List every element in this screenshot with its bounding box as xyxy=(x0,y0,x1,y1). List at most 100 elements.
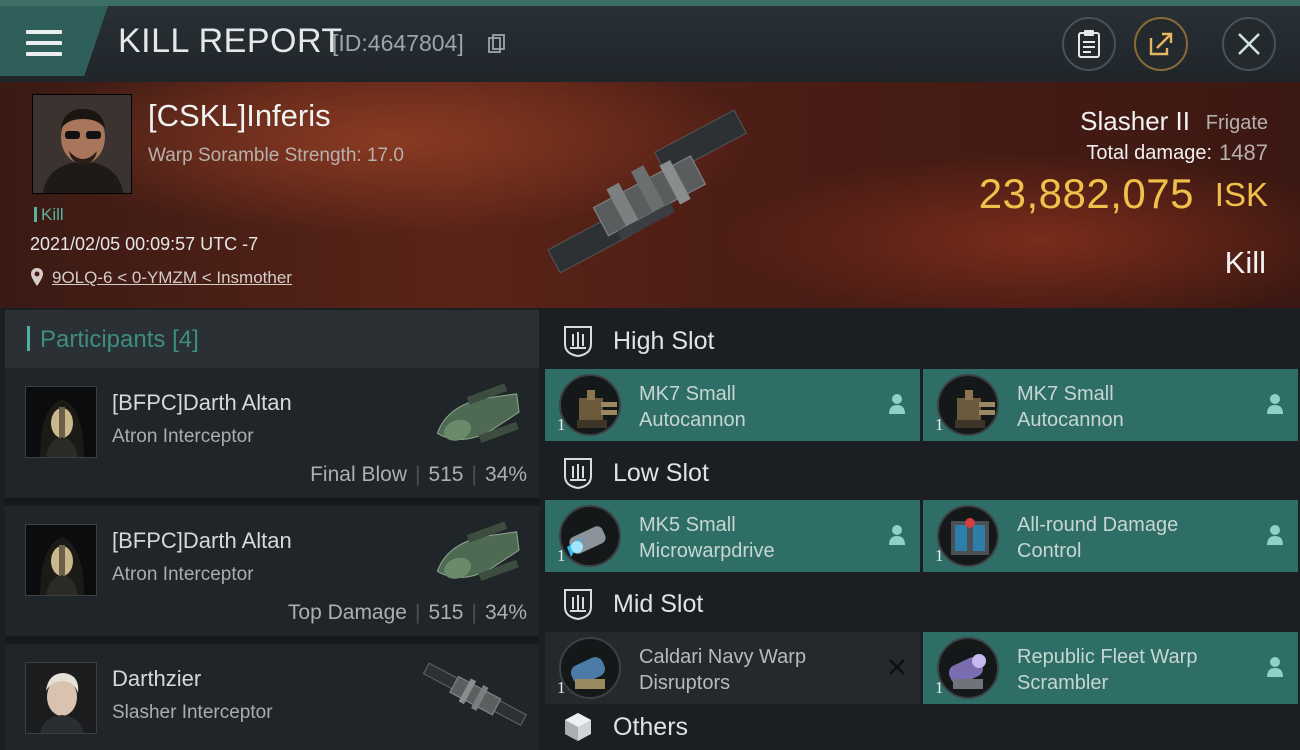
mid-slot-title: Mid Slot xyxy=(613,589,704,618)
mid-slot-header: Mid Slot xyxy=(545,573,1300,635)
result-label: Kill xyxy=(1224,245,1266,280)
low-slot-header: Low Slot xyxy=(545,442,1300,504)
isk-value: 23,882,075 xyxy=(978,170,1194,217)
module-item[interactable]: 1 Republic Fleet Warp Scrambler xyxy=(923,632,1298,704)
warp-scrambler-icon xyxy=(937,637,999,699)
participant-avatar xyxy=(25,662,97,734)
participant-stats: Final Blow | 515 | 34% xyxy=(310,463,527,486)
participants-panel: Participants [4] [BFPC]Darth Altan Atron… xyxy=(5,310,539,750)
copy-icon[interactable] xyxy=(488,34,506,54)
kill-datetime: 2021/02/05 00:09:57 UTC -7 xyxy=(30,234,259,254)
module-name-line1: MK7 Small xyxy=(1017,383,1114,405)
mid-slot-icon xyxy=(564,589,592,621)
module-quantity: 1 xyxy=(557,678,566,697)
kill-tag: Kill xyxy=(34,205,64,225)
victim-name[interactable]: [CSKL]Inferis xyxy=(148,98,331,134)
menu-button[interactable] xyxy=(0,6,108,76)
participant-avatar xyxy=(25,386,97,458)
destroyed-x-icon xyxy=(889,659,905,675)
participant-stats: Top Damage | 515 | 34% xyxy=(287,601,527,624)
participants-count: [4] xyxy=(172,326,199,353)
isk-unit: ISK xyxy=(1214,176,1268,213)
module-item[interactable]: 1 MK5 Small Microwarpdrive xyxy=(545,500,920,572)
pilot-icon xyxy=(1267,657,1283,677)
victim-ship-class: Frigate xyxy=(1205,112,1268,134)
participants-header: Participants [4] xyxy=(5,310,539,368)
share-icon xyxy=(1149,32,1173,56)
participant-damage: 515 xyxy=(428,463,464,486)
participant-role: Top Damage xyxy=(287,601,407,624)
warp-disruptor-icon xyxy=(559,637,621,699)
module-name-line1: Republic Fleet Warp xyxy=(1017,646,1198,668)
module-name-line2: Autocannon xyxy=(1017,409,1124,431)
page-title: KILL REPORT xyxy=(118,22,343,60)
participant-ship-image xyxy=(436,521,520,581)
module-name-line2: Control xyxy=(1017,540,1082,562)
victim-portrait[interactable] xyxy=(32,94,132,194)
participant-ship-image xyxy=(436,383,520,443)
module-quantity: 1 xyxy=(935,546,944,565)
high-slot-title: High Slot xyxy=(613,326,715,355)
others-title: Others xyxy=(613,712,689,741)
participant-name: Darthzier xyxy=(112,666,202,691)
participant-card[interactable]: Darthzier Slasher Interceptor xyxy=(5,644,539,750)
participant-name: [BFPC]Darth Altan xyxy=(112,390,292,415)
location-link[interactable]: 9OLQ-6 < 0-YMZM < Insmother xyxy=(52,268,292,288)
high-slot-icon xyxy=(564,326,592,358)
module-quantity: 1 xyxy=(935,678,944,697)
close-icon xyxy=(1238,33,1260,55)
module-name-line1: MK5 Small xyxy=(639,514,736,536)
total-damage-label: Total damage: xyxy=(1086,142,1212,164)
victim-avatar xyxy=(33,95,131,193)
autocannon-icon xyxy=(559,374,621,436)
participant-percent: 34% xyxy=(484,463,527,486)
module-name-line2: Autocannon xyxy=(639,409,746,431)
participants-title: Participants xyxy=(40,326,166,353)
share-button[interactable] xyxy=(1134,17,1188,71)
participant-card[interactable]: [BFPC]Darth Altan Atron Interceptor Fina… xyxy=(5,368,539,502)
location-pin-icon xyxy=(31,268,43,286)
others-header: Others xyxy=(545,704,1300,750)
damage-control-icon xyxy=(937,505,999,567)
participant-role: Final Blow xyxy=(310,463,407,486)
report-id: [ID:4647804] xyxy=(332,30,464,56)
low-slot-title: Low Slot xyxy=(613,458,709,487)
low-slot-icon xyxy=(564,458,592,490)
pilot-icon xyxy=(889,525,905,545)
participant-ship: Atron Interceptor xyxy=(112,426,254,447)
pilot-icon xyxy=(889,394,905,414)
module-item[interactable]: 1 MK7 Small Autocannon xyxy=(545,369,920,441)
clipboard-button[interactable] xyxy=(1062,17,1116,71)
participant-avatar xyxy=(25,524,97,596)
participant-percent: 34% xyxy=(484,601,527,624)
pilot-icon xyxy=(1267,394,1283,414)
clipboard-icon xyxy=(1078,30,1100,58)
module-item[interactable]: 1 MK7 Small Autocannon xyxy=(923,369,1298,441)
module-quantity: 1 xyxy=(557,415,566,434)
module-item[interactable]: 1 Caldari Navy Warp Disruptors xyxy=(545,632,920,704)
module-name-line1: MK7 Small xyxy=(639,383,736,405)
cube-icon xyxy=(565,713,591,741)
module-name-line2: Disruptors xyxy=(639,672,731,694)
victim-ship-image[interactable] xyxy=(524,100,774,290)
participant-ship: Atron Interceptor xyxy=(112,564,254,585)
module-item[interactable]: 1 All-round Damage Control xyxy=(923,500,1298,572)
participant-damage: 515 xyxy=(428,601,464,624)
top-bar: KILL REPORT [ID:4647804] xyxy=(0,0,1300,82)
module-quantity: 1 xyxy=(557,546,566,565)
pilot-icon xyxy=(1267,525,1283,545)
module-quantity: 1 xyxy=(935,415,944,434)
module-name-line2: Microwarpdrive xyxy=(639,540,775,562)
module-name-line1: All-round Damage xyxy=(1017,514,1179,536)
victim-subtitle: Warp Soramble Strength: 17.0 xyxy=(148,145,404,166)
close-button[interactable] xyxy=(1222,17,1276,71)
microwarpdrive-icon xyxy=(559,505,621,567)
hamburger-icon xyxy=(26,30,62,58)
participant-ship-image xyxy=(422,662,527,727)
module-name-line1: Caldari Navy Warp xyxy=(639,646,807,668)
participant-ship: Slasher Interceptor xyxy=(112,702,273,723)
total-damage-value: 1487 xyxy=(1219,140,1268,165)
participant-card[interactable]: [BFPC]Darth Altan Atron Interceptor Top … xyxy=(5,506,539,640)
autocannon-icon xyxy=(937,374,999,436)
high-slot-header: High Slot xyxy=(545,310,1300,372)
